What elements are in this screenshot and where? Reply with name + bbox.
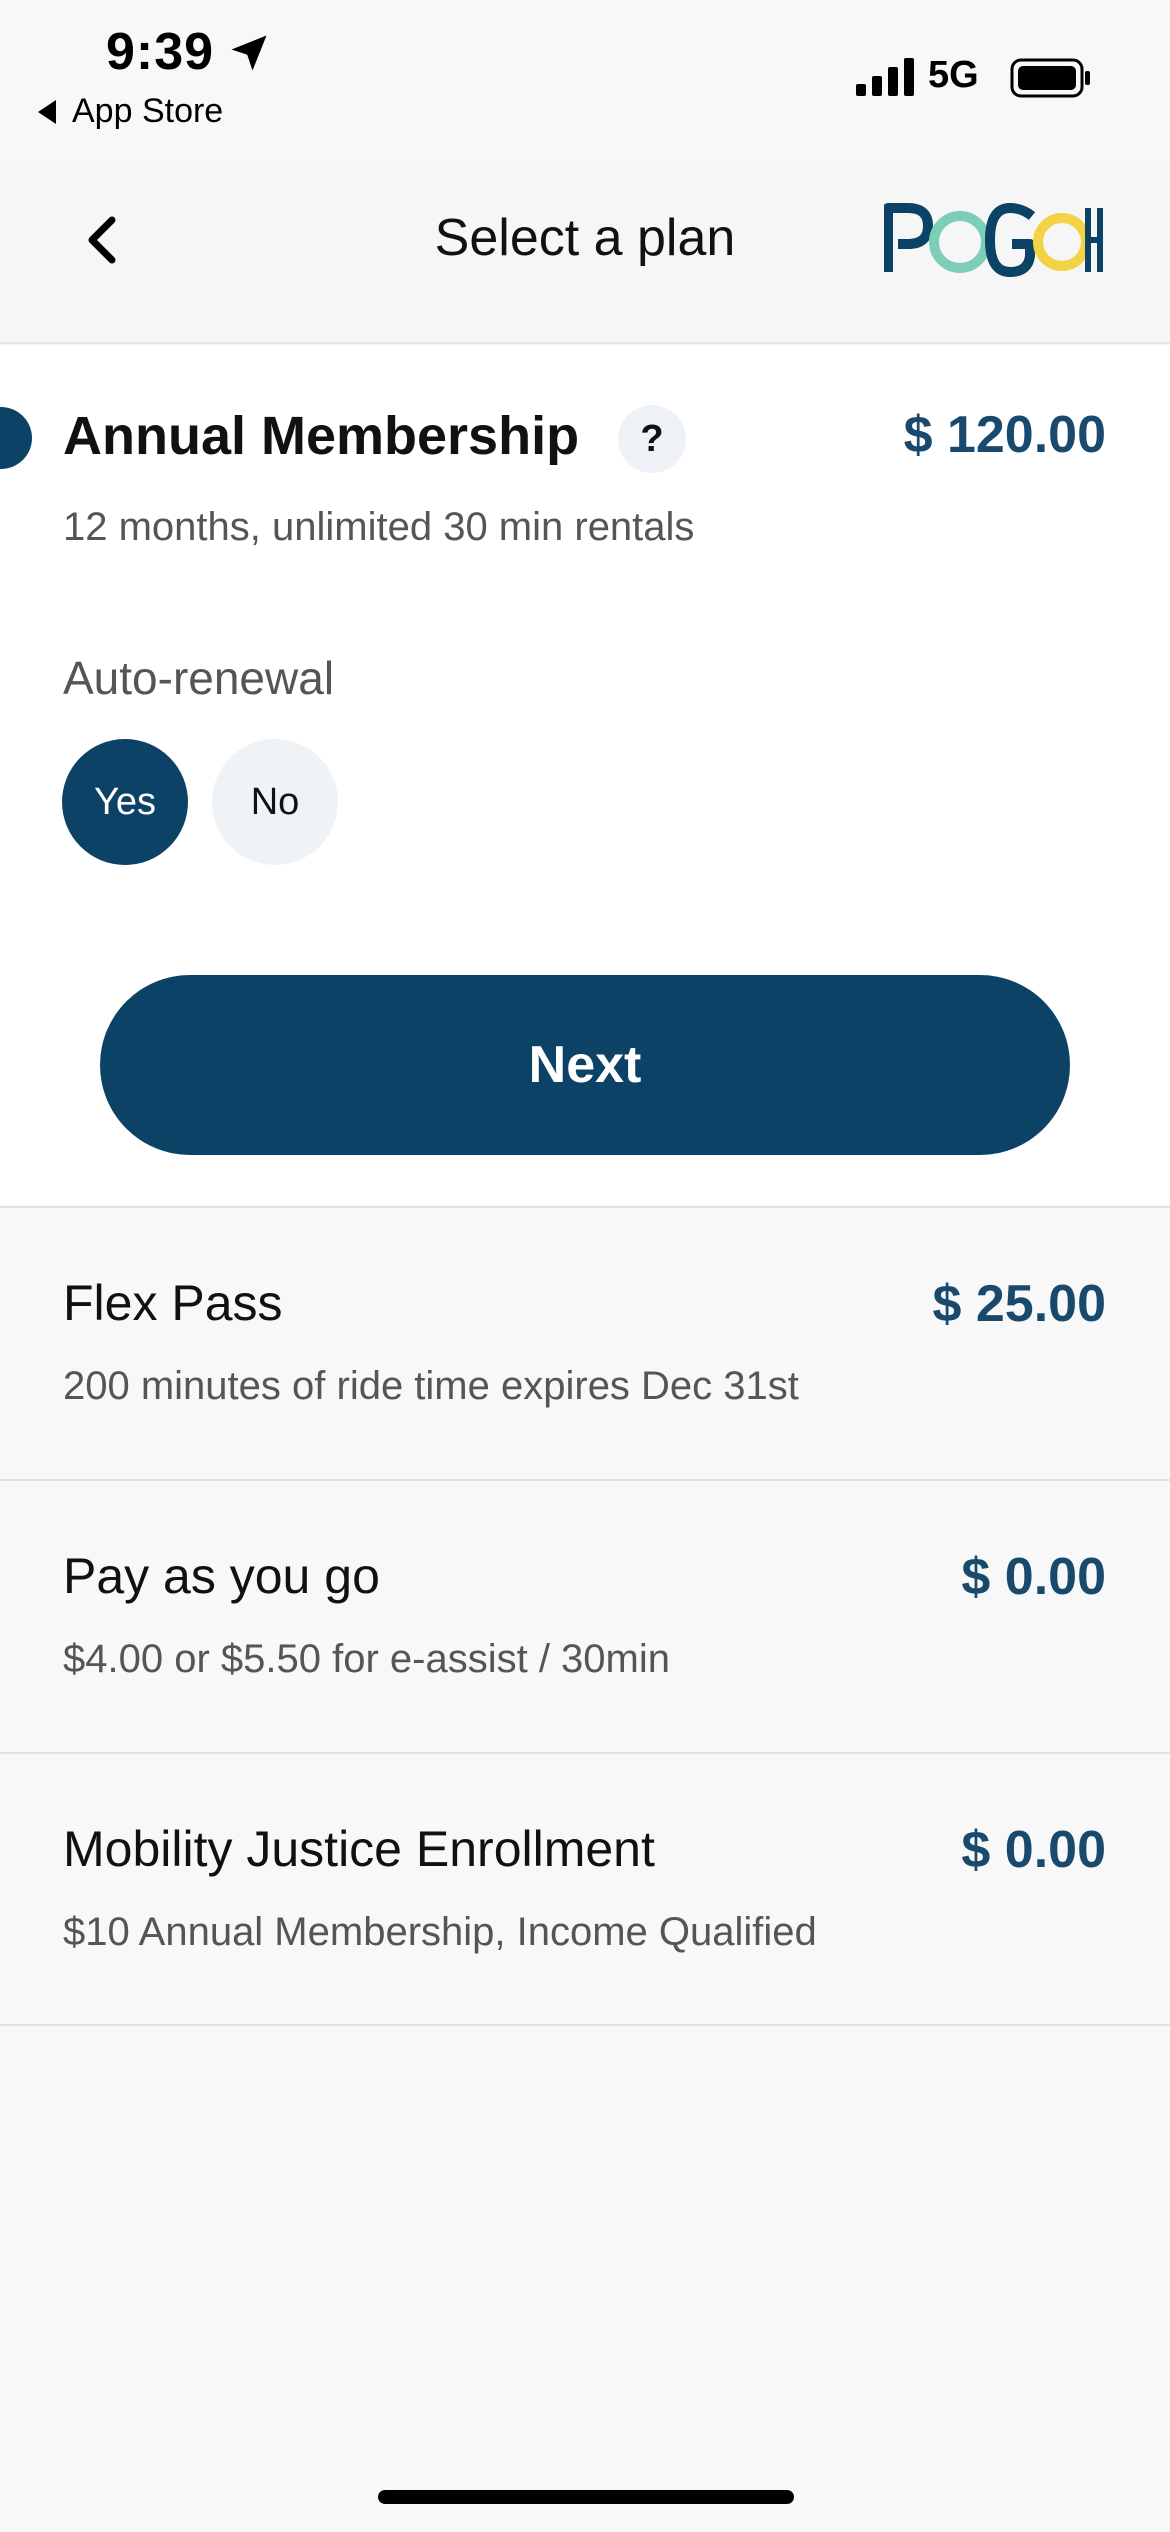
selected-plan-name: Annual Membership	[63, 406, 580, 466]
auto-renewal-no-button[interactable]: No	[212, 739, 338, 865]
plan-description: $10 Annual Membership, Income Qualified	[63, 1910, 817, 1954]
battery-icon	[1010, 58, 1090, 98]
cellular-signal-icon	[856, 58, 914, 96]
location-arrow-icon	[231, 35, 267, 71]
status-time: 9:39	[106, 23, 215, 81]
selected-plan-description: 12 months, unlimited 30 min rentals	[63, 505, 695, 549]
network-type-label: 5G	[928, 54, 979, 96]
plan-name: Flex Pass	[63, 1275, 283, 1331]
plan-row-flex-pass[interactable]: Flex Pass $ 25.00 200 minutes of ride ti…	[0, 1206, 1170, 1478]
selected-plan-card: Annual Membership ? $ 120.00 12 months, …	[0, 345, 1170, 1205]
next-button[interactable]: Next	[100, 975, 1070, 1155]
auto-renewal-yes-button[interactable]: Yes	[62, 739, 188, 865]
home-indicator[interactable]	[378, 2490, 794, 2504]
selected-plan-price: $ 120.00	[903, 406, 1106, 464]
status-bar: 9:39 App Store 5G	[0, 0, 1170, 160]
plan-price: $ 0.00	[961, 1821, 1106, 1879]
back-app-label: App Store	[72, 92, 224, 130]
selected-indicator	[0, 407, 32, 469]
back-triangle-icon	[38, 99, 56, 124]
plan-price: $ 25.00	[932, 1275, 1107, 1333]
plan-description: 200 minutes of ride time expires Dec 31s…	[63, 1364, 799, 1408]
auto-renewal-label: Auto-renewal	[63, 652, 335, 704]
plan-name: Pay as you go	[63, 1548, 380, 1604]
back-to-app-store[interactable]: App Store	[38, 92, 223, 131]
plan-row-mobility-justice[interactable]: Mobility Justice Enrollment $ 0.00 $10 A…	[0, 1752, 1170, 2026]
help-button[interactable]: ?	[618, 405, 686, 473]
plan-row-pay-as-you-go[interactable]: Pay as you go $ 0.00 $4.00 or $5.50 for …	[0, 1479, 1170, 1751]
plan-name: Mobility Justice Enrollment	[63, 1821, 655, 1877]
pogoh-logo	[884, 203, 1103, 277]
nav-header: Select a plan	[0, 160, 1170, 344]
plan-description: $4.00 or $5.50 for e-assist / 30min	[63, 1637, 670, 1681]
plan-price: $ 0.00	[961, 1548, 1106, 1606]
